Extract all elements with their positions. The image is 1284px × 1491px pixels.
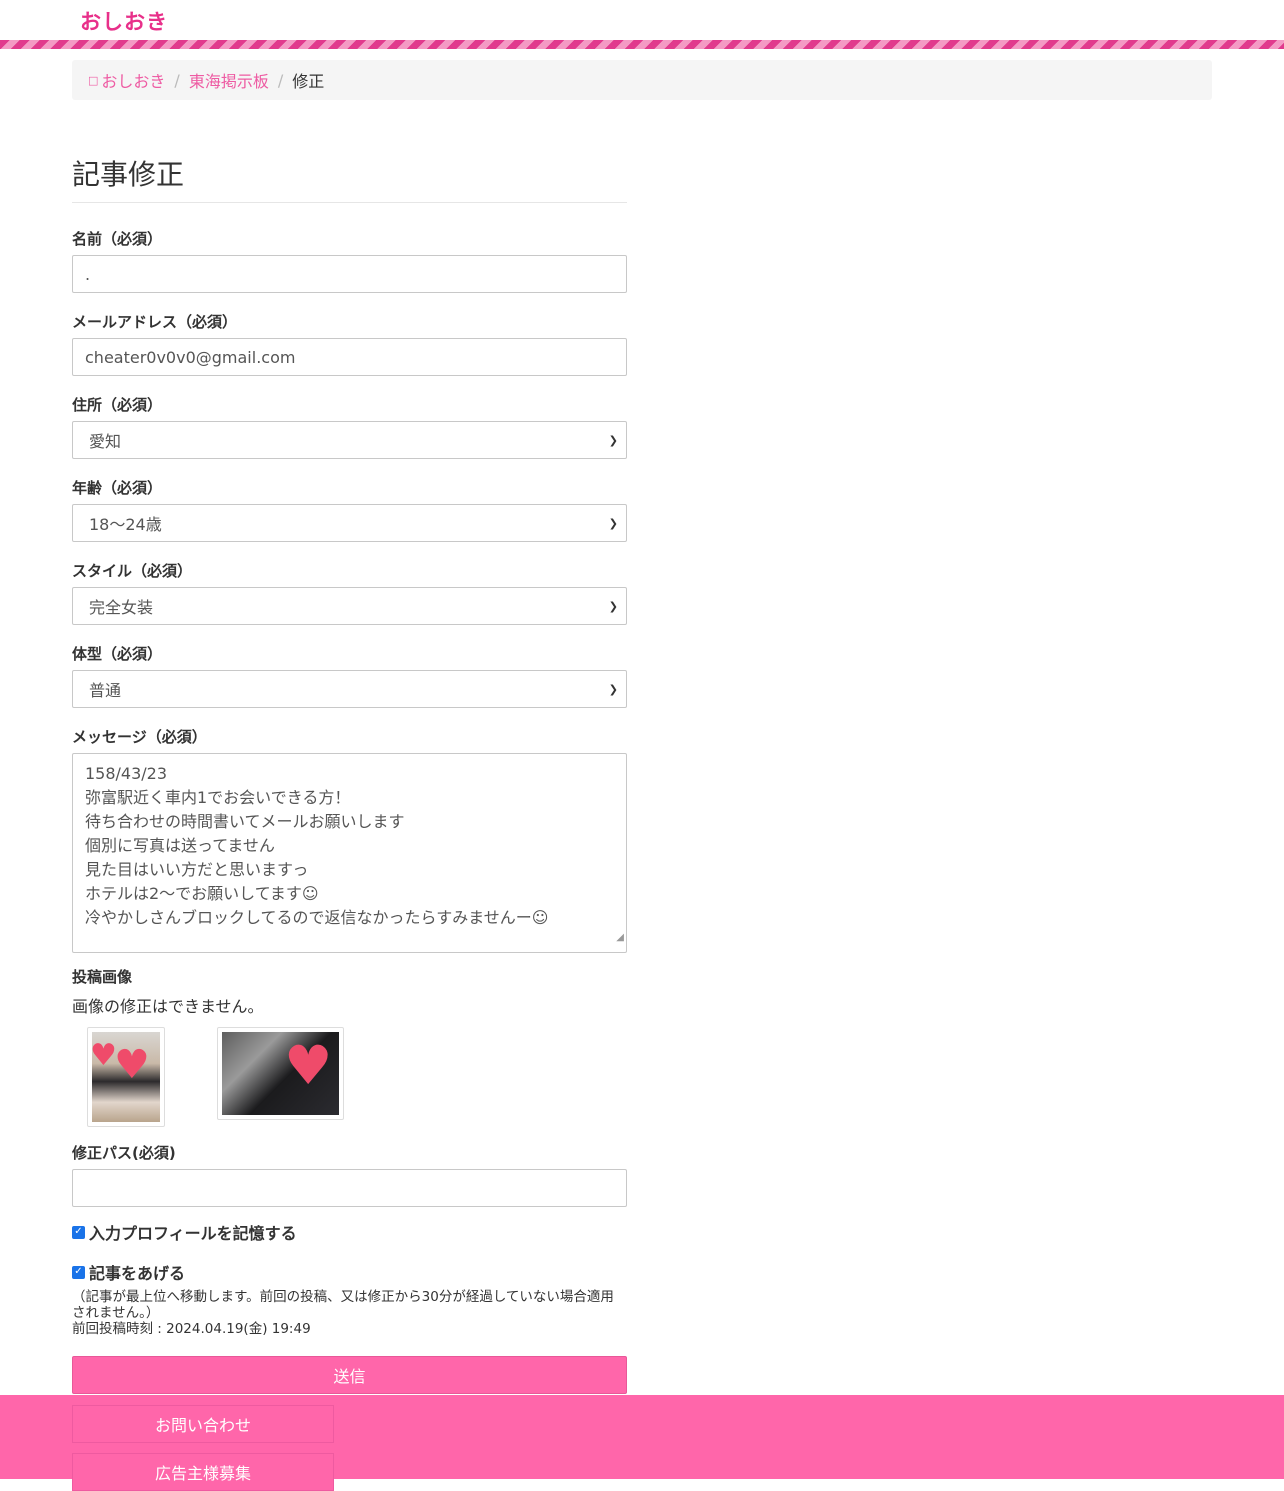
images-group: 投稿画像 画像の修正はできません。 ♥ ♥ ♥ (72, 967, 627, 1127)
address-group: 住所（必須） 愛知 ❯ (72, 395, 627, 459)
password-input[interactable] (72, 1169, 627, 1207)
message-textarea[interactable]: 158/43/23 弥富駅近く車内1でお会いできる方！ 待ち合わせの時間書いてメ… (72, 753, 627, 953)
bump-label: 記事をあげる (89, 1264, 186, 1283)
checkbox-checked-icon[interactable]: ✓ (72, 1265, 85, 1279)
body-type-select[interactable]: 普通 ❯ (72, 670, 627, 708)
images-label: 投稿画像 (72, 968, 133, 986)
chevron-down-icon: ❯ (608, 599, 618, 613)
submit-button[interactable]: 送信 (72, 1356, 627, 1394)
heart-sticker-icon: ♥ (284, 1034, 333, 1097)
site-logo[interactable]: おしおき (80, 6, 168, 36)
home-icon: □ (88, 73, 99, 87)
message-line: 158/43/23 (85, 764, 168, 783)
footer: お問い合わせ 広告主様募集 (0, 1395, 1284, 1491)
name-input[interactable]: . (72, 255, 627, 293)
photo-thumbnail: ♥ ♥ (92, 1032, 160, 1122)
chevron-down-icon: ❯ (608, 433, 618, 447)
remember-checkbox-row[interactable]: ✓ 入力プロフィールを記憶する (72, 1220, 627, 1244)
password-label: 修正パス(必須) (72, 1144, 176, 1162)
images-note: 画像の修正はできません。 (72, 997, 264, 1016)
breadcrumb-board[interactable]: 東海掲示板 (189, 68, 269, 92)
message-line: 冷やかしさんブロックしてるので返信なかったらすみませんー☺︎ (85, 908, 549, 927)
bump-checkbox-row[interactable]: ✓ 記事をあげる (72, 1260, 627, 1284)
body-type-value: 普通 (89, 681, 122, 700)
message-line: ホテルは2〜でお願いしてます☺︎ (85, 884, 319, 903)
message-line: 弥富駅近く車内1でお会いできる方！ (85, 788, 351, 807)
message-label: メッセージ（必須） (72, 728, 207, 746)
page-title: 記事修正 (72, 158, 627, 203)
image-thumbnails: ♥ ♥ ♥ (87, 1027, 627, 1127)
posted-image-2[interactable]: ♥ (217, 1027, 344, 1120)
address-select[interactable]: 愛知 ❯ (72, 421, 627, 459)
body-type-group: 体型（必須） 普通 ❯ (72, 644, 627, 708)
breadcrumb-home[interactable]: おしおき (101, 68, 165, 92)
email-label: メールアドレス（必須） (72, 313, 238, 331)
bump-note: （記事が最上位へ移動します。前回の投稿、又は修正から30分が経過していない場合適… (72, 1289, 614, 1321)
breadcrumb-current: 修正 (292, 72, 325, 91)
contact-button[interactable]: お問い合わせ (72, 1405, 334, 1443)
resize-handle-icon[interactable]: ◢ (616, 926, 624, 950)
edit-form: 記事修正 名前（必須） . メールアドレス（必須） cheater0v0v0@g… (72, 158, 627, 1394)
email-group: メールアドレス（必須） cheater0v0v0@gmail.com (72, 312, 627, 376)
message-line: 待ち合わせの時間書いてメールお願いします (85, 812, 405, 831)
top-bar: おしおき (0, 0, 1284, 40)
header-stripe (0, 40, 1284, 49)
posted-image-1[interactable]: ♥ ♥ (87, 1027, 165, 1127)
style-value: 完全女装 (89, 598, 154, 617)
breadcrumb-separator: / (277, 70, 284, 90)
main-container: □ おしおき / 東海掲示板 / 修正 記事修正 名前（必須） . メールアドレ… (72, 60, 1212, 1394)
password-group: 修正パス(必須) (72, 1143, 627, 1207)
style-group: スタイル（必須） 完全女装 ❯ (72, 561, 627, 625)
photo-thumbnail: ♥ (222, 1032, 339, 1115)
style-label: スタイル（必須） (72, 562, 193, 580)
address-label: 住所（必須） (72, 396, 163, 414)
age-label: 年齢（必須） (72, 479, 163, 497)
ads-button[interactable]: 広告主様募集 (72, 1453, 334, 1491)
age-group: 年齢（必須） 18〜24歳 ❯ (72, 478, 627, 542)
style-select[interactable]: 完全女装 ❯ (72, 587, 627, 625)
chevron-down-icon: ❯ (608, 682, 618, 696)
remember-label: 入力プロフィールを記憶する (89, 1224, 297, 1243)
last-post-time: 前回投稿時刻 : 2024.04.19(金) 19:49 (72, 1321, 311, 1337)
breadcrumb-separator: / (174, 70, 180, 90)
chevron-down-icon: ❯ (608, 516, 618, 530)
message-line: 見た目はいい方だと思いますっ (85, 860, 309, 879)
age-value: 18〜24歳 (89, 515, 162, 534)
heart-sticker-icon: ♥ (114, 1042, 150, 1088)
age-select[interactable]: 18〜24歳 ❯ (72, 504, 627, 542)
breadcrumb: □ おしおき / 東海掲示板 / 修正 (72, 60, 1212, 100)
message-group: メッセージ（必須） 158/43/23 弥富駅近く車内1でお会いできる方！ 待ち… (72, 727, 627, 953)
message-line: 個別に写真は送ってません (85, 836, 275, 855)
checkbox-checked-icon[interactable]: ✓ (72, 1225, 85, 1239)
body-type-label: 体型（必須） (72, 645, 163, 663)
address-value: 愛知 (89, 432, 122, 451)
name-group: 名前（必須） . (72, 229, 627, 293)
name-label: 名前（必須） (72, 230, 163, 248)
email-input[interactable]: cheater0v0v0@gmail.com (72, 338, 627, 376)
